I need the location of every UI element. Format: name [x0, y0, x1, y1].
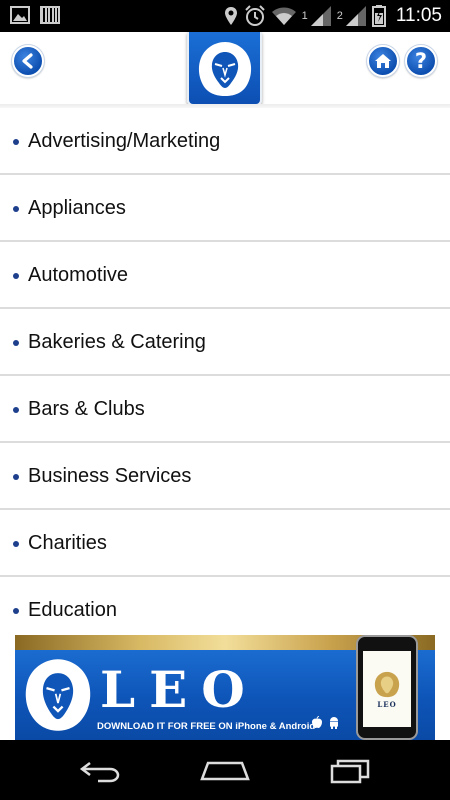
nav-recents-icon — [330, 759, 370, 784]
category-label: Automotive — [28, 264, 129, 286]
phone-illustration: LEO — [356, 635, 418, 740]
apple-icon — [312, 716, 322, 728]
image-icon — [10, 6, 30, 24]
banner-area: LEO DOWNLOAD IT FOR FREE ON iPhone & And… — [0, 635, 450, 740]
phone-logo-text: LEO — [377, 699, 397, 709]
clock: 11:05 — [395, 5, 442, 26]
category-label: Appliances — [28, 197, 126, 219]
battery-icon — [371, 5, 386, 27]
category-label: Education — [28, 599, 117, 621]
list-item[interactable]: Charities — [0, 510, 450, 577]
signal-icon — [310, 6, 331, 26]
nav-back-button[interactable] — [70, 755, 130, 787]
category-label: Business Services — [28, 465, 192, 487]
category-label: Bakeries & Catering — [28, 331, 206, 353]
list-item[interactable]: Automotive — [0, 242, 450, 309]
app-header: ? — [0, 32, 450, 108]
banner-ad[interactable]: LEO DOWNLOAD IT FOR FREE ON iPhone & And… — [15, 635, 435, 740]
list-item[interactable]: Appliances — [0, 175, 450, 242]
nav-home-button[interactable] — [195, 755, 255, 787]
list-item[interactable]: Advertising/Marketing — [0, 108, 450, 175]
nav-home-icon — [200, 761, 250, 781]
status-bar: 1 2 11:05 — [0, 0, 450, 32]
bullet-icon — [13, 273, 19, 279]
lion-logo-icon — [198, 42, 251, 96]
help-button[interactable]: ? — [404, 44, 438, 78]
list-item[interactable]: Bars & Clubs — [0, 376, 450, 443]
category-list: Advertising/Marketing Appliances Automot… — [0, 108, 450, 635]
bullet-icon — [13, 407, 19, 413]
banner-title: LEO — [100, 660, 259, 719]
back-button[interactable] — [11, 44, 45, 78]
banner-tagline: DOWNLOAD IT FOR FREE ON iPhone & Android — [97, 721, 316, 732]
lion-logo-icon — [374, 671, 400, 697]
android-icon — [330, 717, 338, 729]
phone-screen: LEO — [363, 651, 411, 727]
lion-logo-icon — [25, 659, 91, 731]
sim2-label: 2 — [336, 10, 343, 22]
bullet-icon — [13, 340, 19, 346]
location-icon — [224, 7, 237, 25]
list-item[interactable]: Bakeries & Catering — [0, 309, 450, 376]
list-item[interactable]: Business Services — [0, 443, 450, 510]
bullet-icon — [13, 474, 19, 480]
category-label: Advertising/Marketing — [28, 130, 221, 152]
home-icon — [375, 54, 391, 68]
category-label: Charities — [28, 532, 107, 554]
alarm-icon — [244, 5, 265, 26]
nav-recents-button[interactable] — [320, 755, 380, 787]
wifi-icon — [271, 7, 296, 25]
barcode-icon — [40, 6, 60, 24]
category-label: Bars & Clubs — [28, 398, 145, 420]
sim1-label: 1 — [301, 10, 308, 22]
back-arrow-icon — [22, 53, 33, 69]
signal-icon — [345, 6, 366, 26]
bullet-icon — [13, 206, 19, 212]
app-logo — [187, 32, 262, 106]
list-item[interactable]: Education — [0, 577, 450, 635]
bullet-icon — [13, 608, 19, 614]
nav-back-icon — [79, 762, 120, 783]
bullet-icon — [13, 139, 19, 145]
system-nav-bar — [0, 740, 450, 800]
home-button[interactable] — [366, 44, 400, 78]
help-icon: ? — [414, 48, 428, 73]
bullet-icon — [13, 541, 19, 547]
